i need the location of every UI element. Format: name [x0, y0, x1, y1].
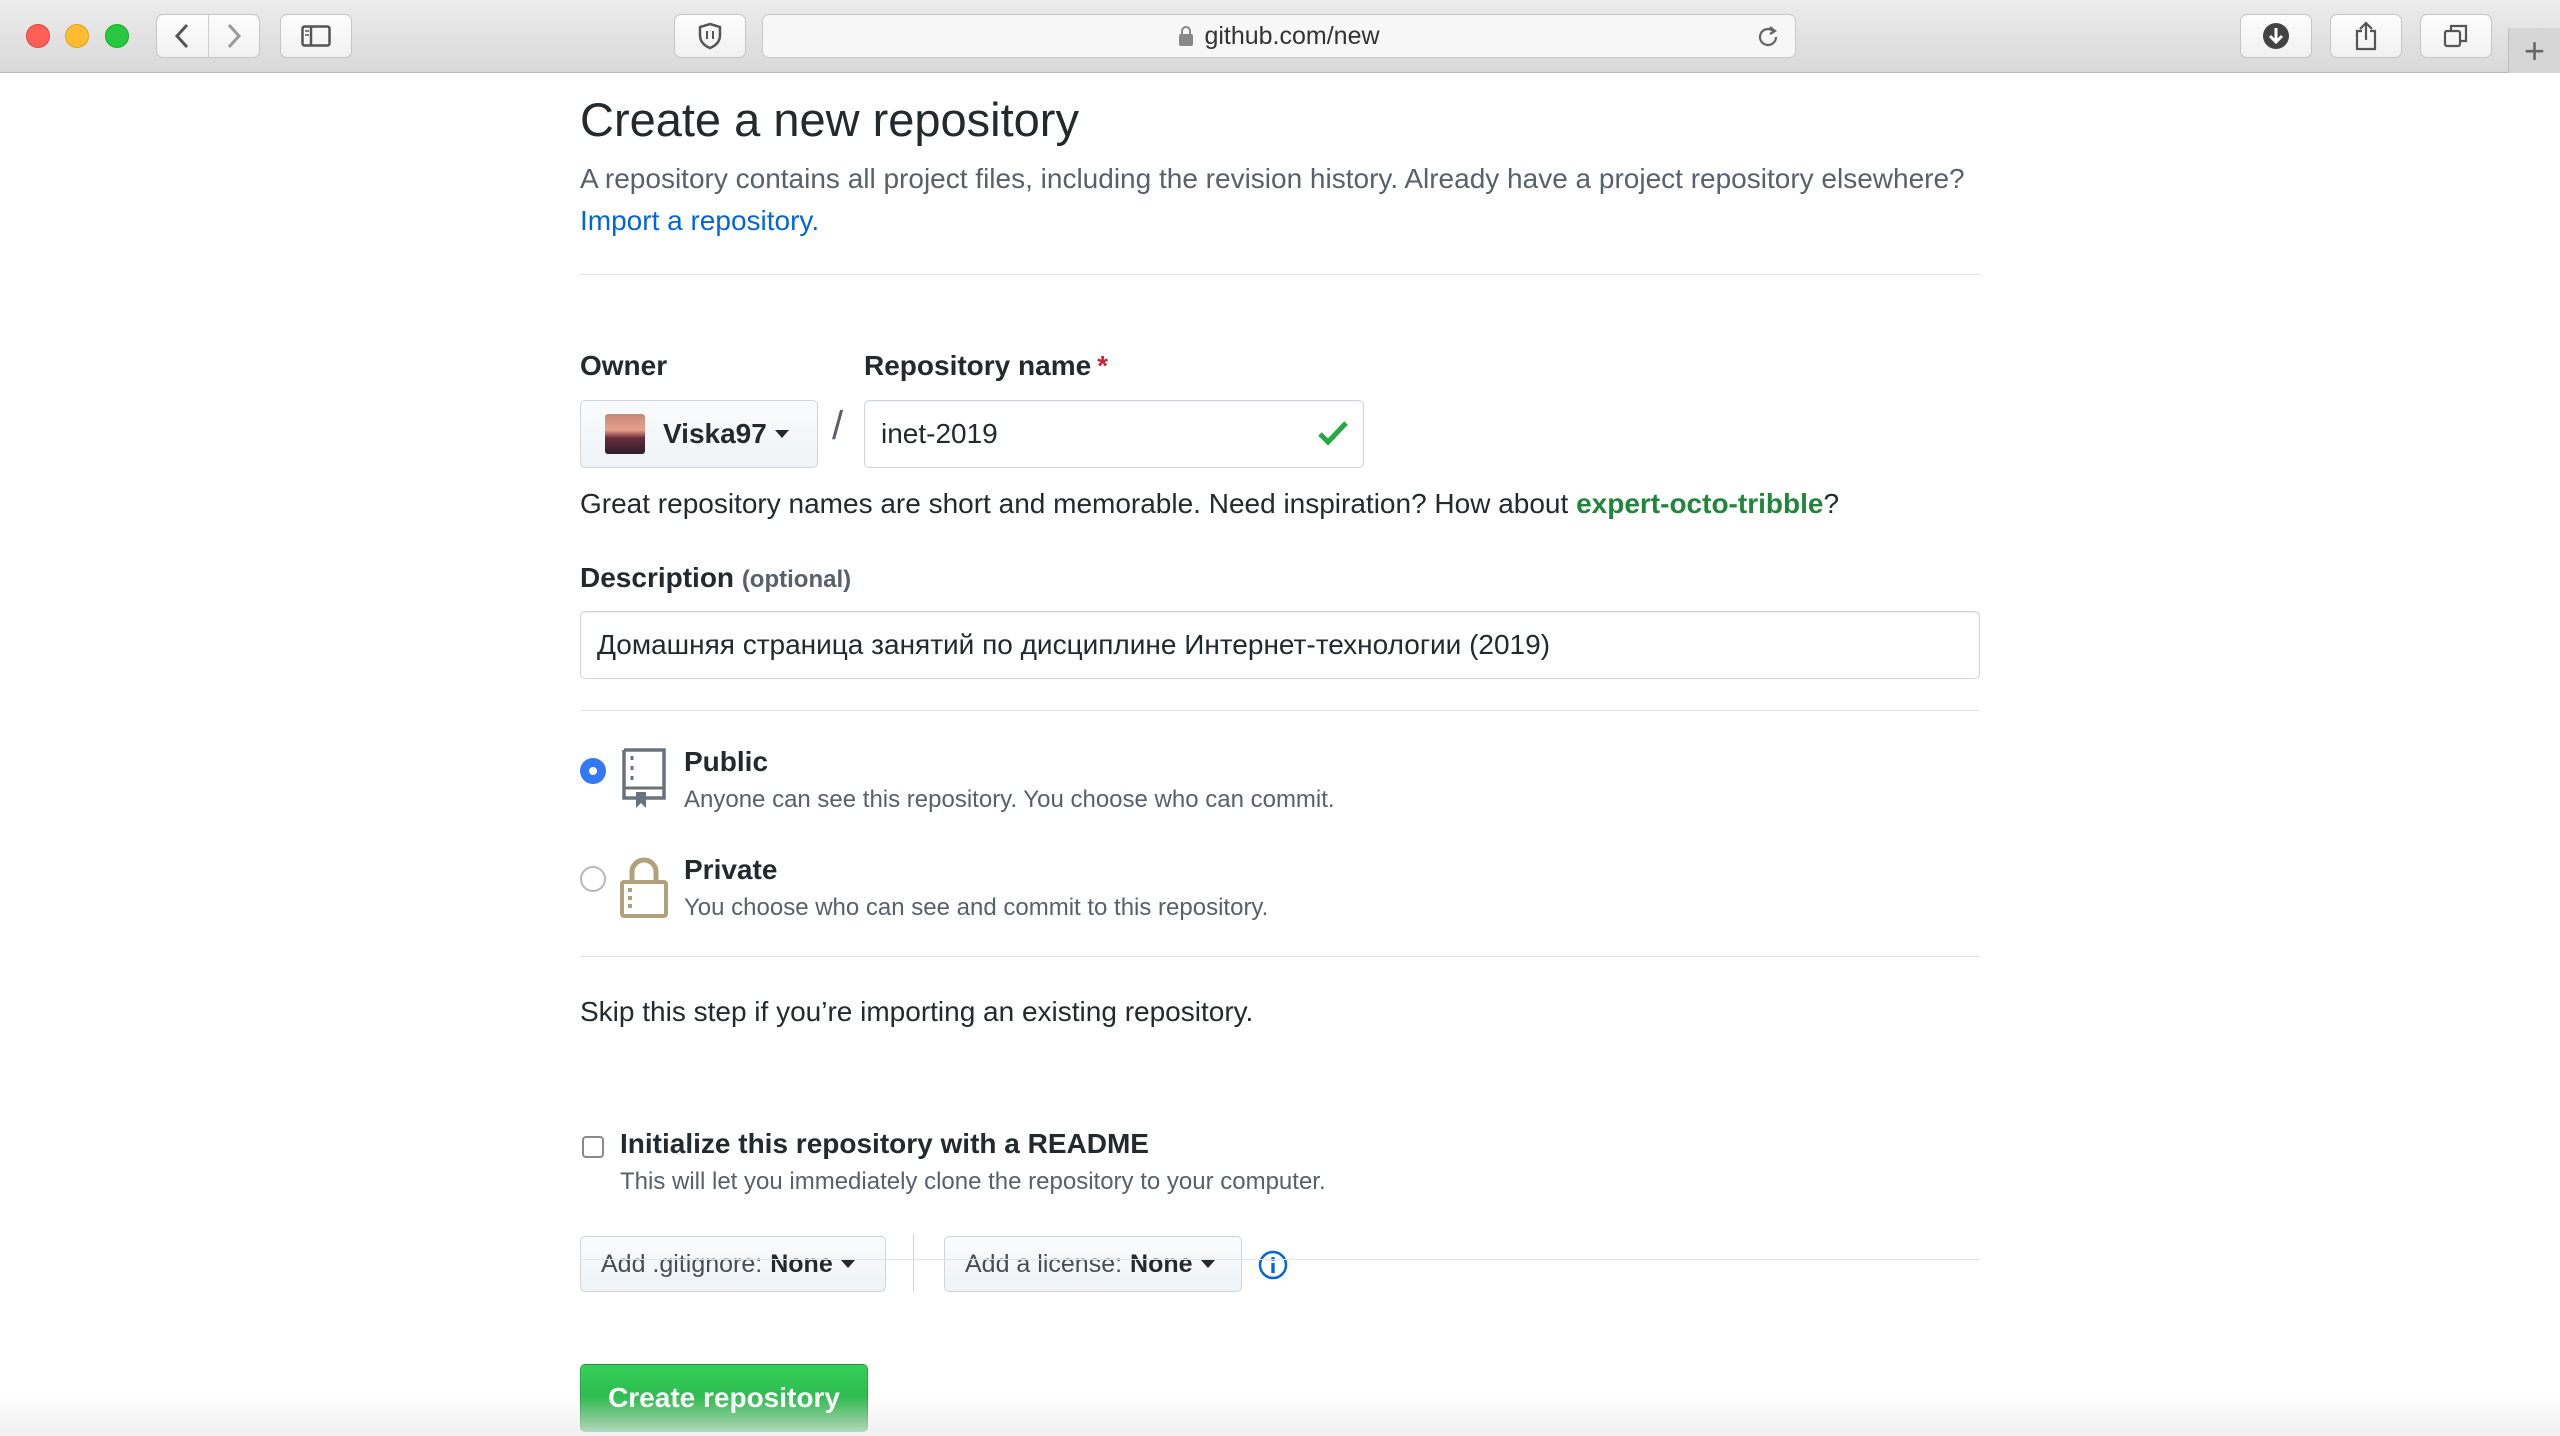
repo-name-value: inet-2019	[881, 418, 998, 449]
repo-name-label: Repository name *	[864, 350, 1108, 382]
divider	[580, 710, 1980, 711]
repo-name-hint: Great repository names are short and mem…	[580, 488, 1839, 520]
description-label-text: Description	[580, 562, 735, 593]
reload-icon[interactable]	[1755, 24, 1781, 57]
page-subhead: A repository contains all project files,…	[580, 158, 1980, 242]
close-window-button[interactable]	[26, 24, 50, 48]
private-title: Private	[684, 854, 778, 885]
privacy-report-button[interactable]	[674, 14, 746, 58]
visibility-private-option[interactable]: Private You choose who can see and commi…	[580, 854, 1980, 934]
repo-name-input[interactable]: inet-2019	[864, 400, 1364, 468]
navigation-buttons	[156, 14, 260, 58]
gitignore-label: Add .gitignore:	[601, 1249, 763, 1278]
browser-toolbar: github.com/new +	[0, 0, 2560, 73]
hint-suffix: ?	[1823, 488, 1840, 519]
share-button[interactable]	[2330, 14, 2402, 58]
readme-checkbox[interactable]	[582, 1136, 604, 1158]
readme-desc: This will let you immediately clone the …	[620, 1168, 1326, 1195]
public-radio[interactable]	[580, 758, 606, 784]
new-tab-button[interactable]: +	[2508, 28, 2560, 73]
visibility-public-option[interactable]: Public Anyone can see this repository. Y…	[580, 746, 1980, 826]
back-button[interactable]	[157, 15, 208, 57]
owner-repo-separator: /	[832, 404, 844, 448]
shield-icon	[698, 22, 722, 50]
url-text: github.com/new	[1204, 21, 1380, 50]
skip-note: Skip this step if you’re importing an ex…	[580, 996, 1254, 1027]
import-repository-link[interactable]: Import a repository.	[580, 205, 819, 236]
hint-text: Great repository names are short and mem…	[580, 488, 1569, 519]
address-bar[interactable]: github.com/new	[762, 14, 1796, 58]
divider	[580, 274, 1980, 275]
avatar	[605, 414, 645, 454]
description-input[interactable]: Домашняя страница занятий по дисциплине …	[580, 611, 1980, 679]
caret-down-icon	[774, 430, 789, 438]
window-bottom-shadow	[0, 1396, 2560, 1436]
checkmark-icon	[1317, 419, 1349, 454]
public-title: Public	[684, 746, 769, 777]
sidebar-icon	[301, 25, 331, 47]
name-suggestion-link[interactable]: expert-octo-tribble	[1576, 488, 1823, 519]
forward-button[interactable]	[207, 15, 260, 57]
sidebar-toggle-button[interactable]	[280, 14, 352, 58]
lock-icon	[618, 854, 670, 923]
license-dropdown[interactable]: Add a license: None	[944, 1236, 1242, 1292]
gitignore-value: None	[770, 1249, 833, 1278]
license-value: None	[1130, 1249, 1193, 1278]
downloads-button[interactable]	[2240, 14, 2312, 58]
share-icon	[2355, 21, 2377, 51]
required-mark: *	[1097, 350, 1109, 381]
tabs-icon	[2443, 24, 2468, 48]
repo-icon	[618, 746, 670, 815]
lock-icon	[1178, 25, 1194, 47]
download-icon	[2263, 23, 2289, 49]
minimize-window-button[interactable]	[65, 24, 89, 48]
public-desc: Anyone can see this repository. You choo…	[684, 786, 1335, 813]
zoom-window-button[interactable]	[105, 24, 129, 48]
gitignore-dropdown[interactable]: Add .gitignore: None	[580, 1236, 886, 1292]
description-value: Домашняя страница занятий по дисциплине …	[597, 629, 1551, 660]
optional-note: (optional)	[741, 566, 852, 593]
owner-name: Viska97	[663, 418, 767, 449]
readme-title[interactable]: Initialize this repository with a README	[620, 1128, 1149, 1160]
description-label: Description (optional)	[580, 562, 851, 594]
info-icon[interactable]	[1258, 1250, 1288, 1285]
caret-down-icon	[840, 1260, 855, 1268]
chevron-right-icon	[227, 23, 241, 49]
chevron-left-icon	[175, 23, 189, 49]
subhead-text: A repository contains all project files,…	[580, 163, 1965, 194]
dropdown-separator	[913, 1234, 914, 1292]
private-radio[interactable]	[580, 866, 606, 892]
divider-hidden-placeholder	[580, 1259, 1980, 1260]
tab-overview-button[interactable]	[2420, 14, 2492, 58]
owner-dropdown[interactable]: Viska97	[580, 400, 818, 468]
caret-down-icon	[1200, 1260, 1215, 1268]
private-desc: You choose who can see and commit to thi…	[684, 894, 1269, 921]
owner-label: Owner	[580, 350, 668, 381]
divider	[580, 956, 1980, 957]
license-label: Add a license:	[965, 1249, 1123, 1278]
repo-name-label-text: Repository name	[864, 350, 1092, 381]
page-title: Create a new repository	[580, 93, 1079, 146]
